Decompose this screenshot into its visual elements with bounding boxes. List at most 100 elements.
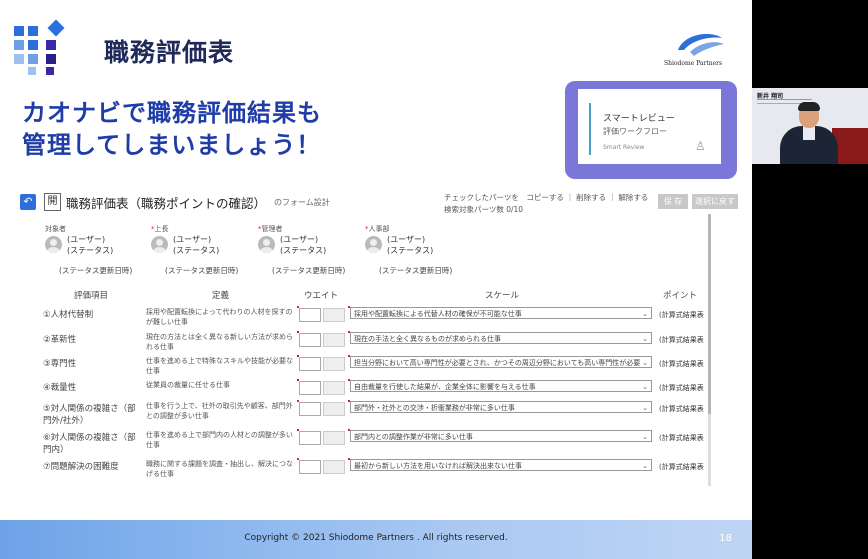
user-label: (ユーザー) (67, 235, 106, 244)
scale-select[interactable]: 部門内との調整作業が非常に多い仕事 ⌄ (350, 430, 652, 442)
parts-count: 検索対象パーツ数 0/10 (444, 205, 524, 214)
scale-value: 採用や配置転換による代替人材の確保が不可能な仕事 (354, 310, 522, 318)
row-definition: 採用や配置転換によって代わりの人材を探すのが難しい仕事 (146, 308, 293, 326)
row-definition: 職務に関する課題を調査・抽出し、解決につなげる仕事 (146, 460, 293, 478)
scale-select[interactable]: 採用や配置転換による代替人材の確保が不可能な仕事 ⌄ (350, 307, 652, 319)
point-value: (計算式結果表 (659, 434, 704, 442)
scrollbar-thumb[interactable] (708, 214, 711, 414)
role-label: 上長 (154, 225, 169, 233)
scale-select[interactable]: 現在の手法と全く異なるものが求められる仕事 ⌄ (350, 332, 652, 344)
row-definition: 現在の方法とは全く異なる新しい方法が求められる仕事 (146, 333, 293, 351)
role-label: 対象者 (45, 225, 66, 233)
row-definition: 従業員の裁量に任せる仕事 (146, 381, 230, 389)
open-button[interactable]: 開 (44, 193, 61, 211)
user-label: (ユーザー) (387, 235, 426, 244)
scale-select[interactable]: 自由裁量を行使した結果が、企業全体に影響を与える仕事 ⌄ (350, 380, 652, 392)
weight-input[interactable] (299, 402, 321, 416)
scale-value: 部門外・社外との交渉・折衝業務が非常に多い仕事 (354, 404, 515, 412)
point-value: (計算式結果表 (659, 311, 704, 319)
people-icon: ♙ (695, 139, 706, 153)
save-button[interactable]: 保 存 (658, 194, 688, 209)
status-label: (ステータス) (387, 246, 434, 255)
weight-input[interactable] (299, 357, 321, 371)
status-date: (ステータス更新日時) (379, 266, 453, 275)
headline-line-2: 管理してしまいましょう！ (22, 131, 322, 159)
header-weight: ウエイト (304, 291, 339, 301)
table-row: ⑥対人関係の複雑さ（部門内） 仕事を進める上で部門内の人材との調整が多い仕事 部… (0, 429, 708, 455)
header-point: ポイント (663, 291, 698, 301)
chevron-down-icon: ⌄ (642, 310, 648, 318)
row-definition: 仕事を進める上で部門内の人材との調整が多い仕事 (146, 431, 293, 449)
scale-value: 部門内との調整作業が非常に多い仕事 (354, 433, 473, 441)
scale-select[interactable]: 部門外・社外との交渉・折衝業務が非常に多い仕事 ⌄ (350, 401, 652, 413)
table-row: ⑤対人関係の複雑さ（部門外/社外） 仕事を行う上で、社外の取引先や顧客、部門外と… (0, 400, 708, 426)
approver-supervisor: *上長 (ユーザー) (ステータス) (ステータス更新日時) (151, 224, 256, 275)
smart-review-card[interactable]: スマートレビュー 評価ワークフロー Smart Review ♙ (578, 89, 721, 164)
scale-select[interactable]: 最初から新しい方法を用いなければ解決出来ない仕事 ⌄ (350, 459, 652, 471)
user-label: (ユーザー) (173, 235, 212, 244)
weight-input[interactable] (299, 333, 321, 347)
status-label: (ステータス) (173, 246, 220, 255)
point-value: (計算式結果表 (659, 384, 704, 392)
header-definition: 定義 (212, 291, 230, 301)
row-item: ⑥対人関係の複雑さ（部門内） (43, 433, 136, 455)
parts-toolbar[interactable]: チェックしたパーツを コピーする ｜ 削除する ｜ 解除する (444, 192, 648, 203)
header-scale: スケール (485, 291, 520, 301)
card-subtitle: 評価ワークフロー (603, 127, 667, 136)
scale-value: 担当分野において高い専門性が必要とされ、かつその周辺分野においても高い専門性が必… (354, 359, 641, 367)
chevron-down-icon: ⌄ (642, 335, 648, 343)
form-subtitle: のフォーム設計 (274, 198, 330, 207)
table-row: ③専門性 仕事を進める上で特殊なスキルや技能が必要な仕事 担当分野において高い専… (0, 355, 708, 381)
row-definition: 仕事を進める上で特殊なスキルや技能が必要な仕事 (146, 357, 293, 375)
weight-input[interactable] (299, 308, 321, 322)
card-title: スマートレビュー (603, 114, 675, 124)
point-value: (計算式結果表 (659, 360, 704, 368)
avatar (365, 236, 382, 253)
status-date: (ステータス更新日時) (59, 266, 133, 275)
weight-value (323, 431, 345, 445)
row-definition: 仕事を行う上で、社外の取引先や顧客、部門外との調整が多い仕事 (146, 402, 293, 420)
row-item: ⑤対人関係の複雑さ（部門外/社外） (43, 404, 136, 426)
weight-input[interactable] (299, 460, 321, 474)
headline-line-1: カオナビで職務評価結果も (22, 99, 322, 127)
chevron-down-icon: ⌄ (642, 462, 648, 470)
row-item: ③専門性 (43, 359, 77, 369)
participant-video[interactable]: 新井 翔司 (752, 88, 868, 164)
point-value: (計算式結果表 (659, 463, 704, 471)
header-item: 評価項目 (74, 291, 109, 301)
table-row: ⑦問題解決の困難度 職務に関する課題を調査・抽出し、解決につなげる仕事 最初から… (0, 458, 708, 484)
scale-select[interactable]: 担当分野において高い専門性が必要とされ、かつその周辺分野においても高い専門性が必… (350, 356, 652, 368)
card-caption: Smart Review (603, 144, 645, 151)
point-value: (計算式結果表 (659, 336, 704, 344)
chevron-down-icon: ⌄ (642, 404, 648, 412)
role-label: 人事部 (368, 225, 390, 233)
approver-hr: *人事部 (ユーザー) (ステータス) (ステータス更新日時) (365, 224, 470, 275)
approver-manager: *管理者 (ユーザー) (ステータス) (ステータス更新日時) (258, 224, 363, 275)
row-item: ④裁量性 (43, 383, 77, 393)
status-date: (ステータス更新日時) (272, 266, 346, 275)
table-row: ①人材代替制 採用や配置転換によって代わりの人材を探すのが難しい仕事 採用や配置… (0, 306, 708, 332)
form-title: 職務評価表（職務ポイントの確認） (66, 196, 267, 211)
shiodome-logo-icon (678, 34, 724, 56)
weight-input[interactable] (299, 431, 321, 445)
avatar (258, 236, 275, 253)
weight-value (323, 402, 345, 416)
row-item: ⑦問題解決の困難度 (43, 462, 119, 472)
chevron-down-icon: ⌄ (642, 359, 648, 367)
status-label: (ステータス) (280, 246, 327, 255)
row-item: ①人材代替制 (43, 310, 94, 320)
slide-title: 職務評価表 (104, 38, 235, 67)
role-label: 管理者 (261, 225, 283, 233)
brand-name: Shiodome Partners (664, 60, 723, 67)
weight-value (323, 381, 345, 395)
form-scrollbar[interactable] (708, 214, 711, 486)
copyright-text: Copyright © 2021 Shiodome Partners . All… (244, 533, 508, 543)
table-row: ②革新性 現在の方法とは全く異なる新しい方法が求められる仕事 現在の手法と全く異… (0, 331, 708, 357)
back-arrow-icon[interactable]: ↶ (20, 194, 36, 210)
revert-button[interactable]: 選択に戻す (692, 194, 738, 209)
weight-value (323, 333, 345, 347)
point-value: (計算式結果表 (659, 405, 704, 413)
chevron-down-icon: ⌄ (642, 383, 648, 391)
weight-input[interactable] (299, 381, 321, 395)
chevron-down-icon: ⌄ (642, 433, 648, 441)
